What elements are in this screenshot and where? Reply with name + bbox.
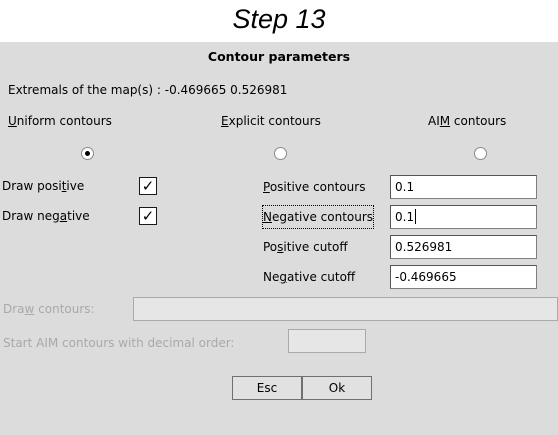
extremals-values: -0.469665 0.526981 (164, 83, 288, 97)
positive-contours-label: Positive contours (263, 180, 366, 194)
draw-positive-label[interactable]: Draw positive (2, 174, 84, 198)
radio-selected-dot (85, 151, 90, 156)
check-mark-icon: ✓ (141, 207, 155, 225)
aim-contours-radio[interactable] (474, 147, 487, 160)
positive-contours-input[interactable]: 0.1 (390, 175, 537, 199)
negative-contours-label: Negative contours (262, 205, 375, 229)
start-aim-input[interactable] (288, 329, 366, 353)
step-title: Step 13 (232, 4, 326, 34)
negative-cutoff-label: Negative cutoff (263, 270, 356, 284)
explicit-contours-radio[interactable] (274, 147, 287, 160)
ok-button[interactable]: Ok (302, 376, 372, 400)
draw-negative-label[interactable]: Draw negative (2, 204, 90, 228)
aim-contours-label[interactable]: AIM contours (428, 114, 506, 128)
text-cursor (415, 209, 417, 224)
uniform-contours-radio[interactable] (81, 147, 94, 160)
esc-button[interactable]: Esc (232, 376, 302, 400)
draw-positive-checkbox[interactable]: ✓ (139, 177, 157, 195)
positive-cutoff-input[interactable]: 0.526981 (390, 235, 537, 259)
extremals-readout: Extremals of the map(s) : -0.469665 0.52… (8, 83, 287, 97)
start-aim-label: Start AIM contours with decimal order: (3, 336, 235, 350)
negative-contours-value: 0.1 (395, 210, 415, 224)
draw-contours-input[interactable] (133, 297, 558, 321)
uniform-contours-label[interactable]: Uniform contours (8, 114, 112, 128)
extremals-label: Extremals of the map(s) : (8, 83, 161, 97)
negative-cutoff-input[interactable]: -0.469665 (390, 265, 537, 289)
positive-cutoff-label: Positive cutoff (263, 240, 348, 254)
explicit-contours-label[interactable]: Explicit contours (221, 114, 321, 128)
draw-contours-label: Draw contours: (3, 302, 95, 316)
check-mark-icon: ✓ (141, 177, 155, 195)
contour-parameters-dialog: Contour parameters Extremals of the map(… (0, 42, 558, 435)
draw-negative-checkbox[interactable]: ✓ (139, 207, 157, 225)
dialog-title: Contour parameters (207, 49, 351, 64)
negative-contours-input[interactable]: 0.1 (390, 205, 537, 229)
